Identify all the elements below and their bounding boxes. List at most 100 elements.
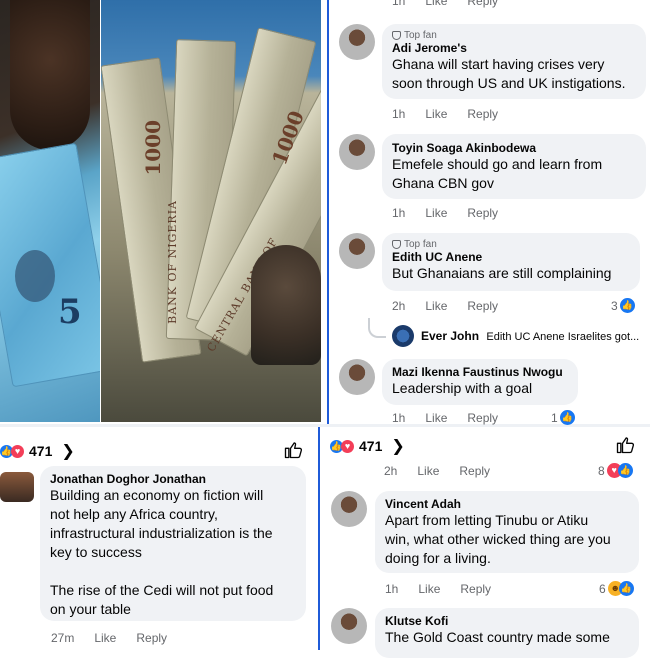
- like-reaction-icon: 👍: [559, 410, 575, 425]
- top-fan-label: Top fan: [404, 30, 437, 41]
- love-reaction-icon: ♥: [11, 444, 24, 458]
- like-link[interactable]: Like: [425, 411, 447, 425]
- comment-text-line: Apart from letting Tinubu or Atiku: [385, 512, 589, 528]
- avatar[interactable]: [339, 134, 375, 170]
- comment-actions: 1h Like Reply: [385, 582, 491, 596]
- reaction-count[interactable]: 3 👍: [611, 298, 635, 313]
- comment-text-line: on your table: [50, 601, 131, 617]
- comment-text-line: key to success: [50, 544, 142, 560]
- comment-text-line: Building an economy on fiction will: [50, 487, 264, 503]
- comment-text-line: The rise of the Cedi will not put food: [50, 582, 274, 598]
- reply-link[interactable]: Reply: [460, 582, 491, 596]
- like-link[interactable]: Like: [425, 107, 447, 121]
- avatar[interactable]: [339, 233, 375, 269]
- reaction-number: 1: [551, 410, 558, 425]
- reaction-number: 3: [611, 298, 618, 313]
- comment-text-line: win, what other wicked thing are you: [385, 531, 611, 547]
- reaction-count[interactable]: 1 👍: [551, 410, 575, 425]
- reply-link[interactable]: Reply: [467, 107, 498, 121]
- like-link[interactable]: Like: [425, 0, 447, 8]
- comment-bubble: Mazi Ikenna Faustinus Nwogu Leadership w…: [382, 359, 578, 405]
- comment-time: 1h: [392, 411, 406, 425]
- avatar[interactable]: [331, 608, 367, 644]
- reaction-number: 8: [598, 463, 605, 478]
- banknote-portrait: [251, 245, 321, 365]
- like-link[interactable]: Like: [425, 206, 447, 220]
- avatar[interactable]: [392, 325, 414, 347]
- comment-bubble: Top fan Edith UC Anene But Ghanaians are…: [382, 233, 640, 291]
- comment-text-line: soon through US and UK instigations.: [392, 75, 626, 91]
- comment-bubble: Jonathan Doghor Jonathan Building an eco…: [40, 466, 306, 621]
- avatar[interactable]: [339, 359, 375, 395]
- commenter-name[interactable]: Klutse Kofi: [385, 614, 629, 628]
- like-link[interactable]: Like: [418, 582, 440, 596]
- thumbs-up-icon[interactable]: [283, 440, 303, 460]
- reactions-summary[interactable]: 👍 ♥ 471 ❯: [0, 441, 75, 461]
- reaction-total: 471: [359, 438, 383, 454]
- comment-time: 1h: [385, 582, 399, 596]
- comment-bubble: Klutse Kofi The Gold Coast country made …: [375, 608, 639, 658]
- reply-link[interactable]: Reply: [467, 411, 498, 425]
- reply-link[interactable]: Reply: [136, 631, 167, 645]
- comment-time: 1h: [392, 107, 406, 121]
- comment-actions: 2h Like Reply: [384, 464, 490, 478]
- naira-label: BANK OF NIGERIA: [166, 200, 179, 324]
- panel-divider: [327, 0, 329, 425]
- commenter-name[interactable]: Vincent Adah: [385, 497, 629, 511]
- reactions-summary[interactable]: 👍 ♥ 471 ❯: [330, 436, 405, 456]
- reaction-count[interactable]: 8 ♥ 👍: [598, 463, 633, 478]
- avatar[interactable]: [339, 24, 375, 60]
- avatar[interactable]: [0, 472, 34, 502]
- naira-value: 1000: [141, 120, 165, 176]
- comment-actions: 1h Like Reply: [392, 107, 498, 121]
- comment-actions: 1h Like Reply: [392, 0, 498, 8]
- chevron-right-icon: ❯: [61, 443, 75, 460]
- top-fan-icon: [392, 31, 401, 40]
- commenter-name[interactable]: Adi Jerome's: [392, 41, 636, 55]
- reply-link[interactable]: Reply: [467, 299, 498, 313]
- comment-text-line: Ghana CBN gov: [392, 175, 494, 191]
- comment-text-line: Ghana will start having crises very: [392, 56, 605, 72]
- thumbs-up-icon[interactable]: [615, 435, 635, 455]
- cedi-value: 5: [58, 292, 82, 332]
- reply-author[interactable]: Ever John: [421, 329, 479, 343]
- reply-snippet: Edith UC Anene Israelites got...: [486, 331, 640, 343]
- like-reaction-icon: 👍: [619, 298, 635, 313]
- like-link[interactable]: Like: [417, 464, 439, 478]
- comment-text-line: But Ghanaians are still complaining: [392, 265, 612, 281]
- reply-link[interactable]: Reply: [467, 0, 498, 8]
- top-fan-icon: [392, 240, 401, 249]
- love-reaction-icon: ♥: [341, 439, 354, 453]
- comment-bubble: Toyin Soaga Akinbodewa Emefele should go…: [382, 134, 646, 199]
- chevron-right-icon: ❯: [391, 438, 405, 455]
- comment-actions: 1h Like Reply: [392, 411, 498, 425]
- reply-connector: [368, 318, 386, 338]
- comment-text-line: The Gold Coast country made some: [385, 629, 610, 645]
- reaction-count[interactable]: 6 ☻ 👍: [599, 581, 634, 596]
- reply-preview[interactable]: Ever John Edith UC Anene Israelites got.…: [421, 329, 639, 343]
- comment-bubble: Vincent Adah Apart from letting Tinubu o…: [375, 491, 639, 573]
- like-link[interactable]: Like: [94, 631, 116, 645]
- comment-actions: 2h Like Reply: [392, 299, 498, 313]
- avatar[interactable]: [331, 491, 367, 527]
- comment-text-line: Leadership with a goal: [392, 380, 533, 396]
- reply-link[interactable]: Reply: [459, 464, 490, 478]
- comment-text-line: [50, 562, 296, 581]
- comment-time: 2h: [392, 299, 406, 313]
- like-reaction-icon: 👍: [618, 581, 634, 596]
- comment-text-line: Emefele should go and learn from: [392, 156, 603, 172]
- commenter-name[interactable]: Toyin Soaga Akinbodewa: [392, 141, 636, 155]
- reaction-total: 471: [29, 443, 53, 459]
- commenter-name[interactable]: Jonathan Doghor Jonathan: [50, 472, 296, 486]
- cedi-portrait: [15, 250, 55, 302]
- comment-text-line: doing for a living.: [385, 550, 491, 566]
- commenter-name[interactable]: Edith UC Anene: [392, 250, 630, 264]
- top-fan-badge: Top fan: [392, 239, 630, 250]
- cedi-photo: 5: [0, 0, 100, 422]
- comment-actions: 27m Like Reply: [51, 631, 167, 645]
- like-link[interactable]: Like: [425, 299, 447, 313]
- reply-link[interactable]: Reply: [467, 206, 498, 220]
- comment-text-line: not help any Africa country,: [50, 506, 218, 522]
- like-reaction-icon: 👍: [617, 463, 633, 478]
- commenter-name[interactable]: Mazi Ikenna Faustinus Nwogu: [392, 365, 568, 379]
